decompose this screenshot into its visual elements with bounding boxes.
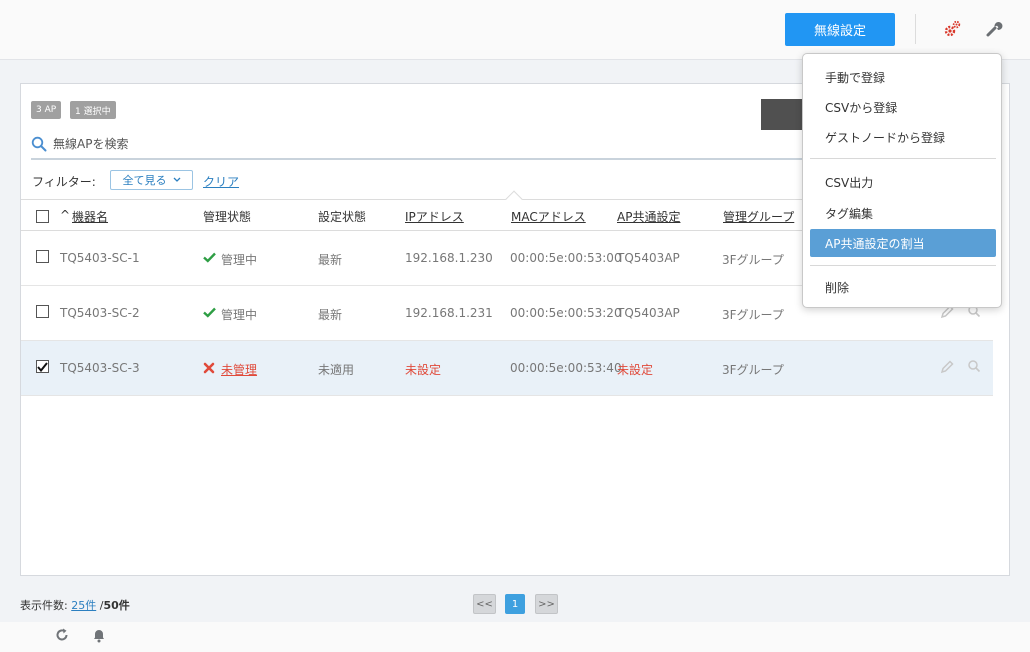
management-status: 管理中 <box>221 253 258 267</box>
menu-item-delete[interactable]: 削除 <box>810 273 996 301</box>
ip-address: 未設定 <box>405 363 442 377</box>
device-name: TQ5403-SC-2 <box>60 306 140 320</box>
mac-address: 00:00:5e:00:53:00 <box>510 251 622 265</box>
management-group: 3Fグループ <box>722 308 784 322</box>
filter-select[interactable]: 全て見る <box>110 170 193 190</box>
device-name: TQ5403-SC-3 <box>60 361 140 375</box>
select-all-checkbox[interactable] <box>36 210 49 223</box>
next-page-button[interactable]: >> <box>535 594 558 614</box>
ap-common-setting: TQ5403AP <box>617 306 680 320</box>
filter-value: 全て見る <box>122 174 167 187</box>
column-management-group[interactable]: 管理グループ <box>723 208 794 225</box>
prev-page-button[interactable]: << <box>473 594 496 614</box>
row-checkbox[interactable] <box>36 305 49 318</box>
menu-item-csv-register[interactable]: CSVから登録 <box>810 93 996 121</box>
column-ip-address[interactable]: IPアドレス <box>405 208 464 225</box>
mac-address: 00:00:5e:00:53:20 <box>510 306 622 320</box>
menu-item-guest-node-register[interactable]: ゲストノードから登録 <box>810 123 996 151</box>
management-status: 管理中 <box>221 308 258 322</box>
column-management-status: 管理状態 <box>203 210 252 224</box>
management-group: 3Fグループ <box>722 253 784 267</box>
gears-icon[interactable] <box>941 18 963 40</box>
row-checkbox-checked[interactable] <box>36 360 49 373</box>
edit-icon[interactable] <box>939 359 955 375</box>
chevron-down-icon <box>173 177 180 182</box>
menu-item-manual-register[interactable]: 手動で登録 <box>810 63 996 91</box>
check-icon <box>203 252 216 263</box>
ap-count-badge: 3 AP <box>31 101 62 119</box>
page-size-info: 表示件数: 25件 /50件 <box>20 597 130 613</box>
registration-dropdown-menu: 手動で登録 CSVから登録 ゲストノードから登録 CSV出力 タグ編集 AP共通… <box>802 53 1002 308</box>
ap-common-setting: 未設定 <box>617 363 654 377</box>
column-config-status: 設定状態 <box>318 210 367 224</box>
row-actions <box>939 359 981 375</box>
top-bar: 無線設定 <box>0 0 1030 60</box>
count-label: 表示件数: <box>20 599 68 612</box>
divider <box>915 14 916 44</box>
device-name: TQ5403-SC-1 <box>60 251 140 265</box>
search-icon[interactable] <box>967 359 981 373</box>
bottom-bar <box>0 622 1030 652</box>
management-group: 3Fグループ <box>722 363 784 377</box>
table-row-selected[interactable]: TQ5403-SC-3 未管理 未適用 未設定 00:00:5e:00:53:4… <box>21 341 993 396</box>
config-status: 未適用 <box>318 363 355 377</box>
check-icon <box>203 307 216 318</box>
total-count: 50件 <box>103 599 130 612</box>
refresh-icon[interactable] <box>54 627 70 643</box>
config-status: 最新 <box>318 253 343 267</box>
row-checkbox[interactable] <box>36 250 49 263</box>
column-mac-address[interactable]: MACアドレス <box>511 208 586 225</box>
filter-label: フィルター: <box>32 175 96 189</box>
mac-address: 00:00:5e:00:53:40 <box>510 361 622 375</box>
ip-address: 192.168.1.230 <box>405 251 493 265</box>
wireless-settings-button[interactable]: 無線設定 <box>785 13 895 46</box>
menu-item-tag-edit[interactable]: タグ編集 <box>810 199 996 227</box>
ap-common-setting: TQ5403AP <box>617 251 680 265</box>
cross-icon <box>203 362 215 374</box>
menu-item-assign-ap-setting[interactable]: AP共通設定の割当 <box>810 229 996 257</box>
search-input[interactable] <box>53 137 453 151</box>
management-status[interactable]: 未管理 <box>221 361 257 378</box>
selected-count-badge: 1 選択中 <box>70 101 116 119</box>
page-1-button[interactable]: 1 <box>505 594 525 614</box>
column-ap-common-setting[interactable]: AP共通設定 <box>617 208 680 225</box>
wrench-icon[interactable] <box>983 18 1005 40</box>
search-icon <box>31 136 47 152</box>
menu-divider <box>810 265 996 266</box>
per-page-link[interactable]: 25件 <box>71 599 96 612</box>
ip-address: 192.168.1.231 <box>405 306 493 320</box>
sort-indicator: ^ <box>60 208 71 222</box>
bell-icon[interactable] <box>92 627 106 643</box>
config-status: 最新 <box>318 308 343 322</box>
checkmark-icon <box>37 361 48 372</box>
column-device-name[interactable]: 機器名 <box>72 208 108 225</box>
menu-item-csv-export[interactable]: CSV出力 <box>810 168 996 196</box>
menu-pointer <box>505 190 523 208</box>
clear-filter-link[interactable]: クリア <box>203 173 239 190</box>
menu-divider <box>810 158 996 159</box>
